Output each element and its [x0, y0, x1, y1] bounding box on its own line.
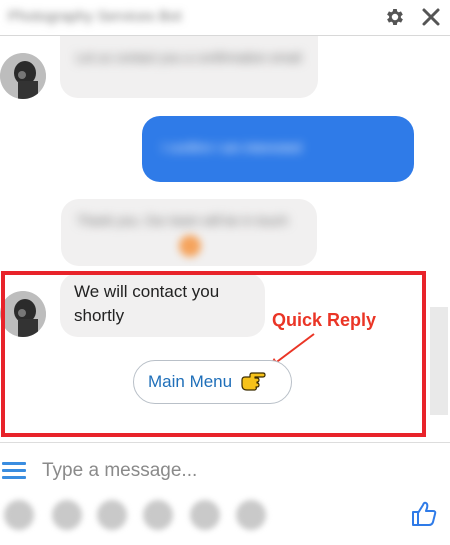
- gear-icon: [387, 9, 403, 25]
- settings-button[interactable]: [382, 4, 408, 30]
- image-icon[interactable]: [236, 500, 266, 530]
- scrollbar[interactable]: [430, 307, 448, 415]
- quick-reply-main-menu[interactable]: Main Menu: [133, 360, 292, 404]
- close-button[interactable]: [418, 4, 444, 30]
- header-title: Photography Services Bot: [8, 8, 182, 25]
- emoji-icon: [179, 235, 201, 257]
- thumbs-up-icon: [412, 501, 437, 526]
- gif-icon[interactable]: [52, 500, 82, 530]
- menu-icon[interactable]: [2, 460, 26, 480]
- bot-message-1: Let us contact you a confirmation email: [60, 36, 318, 98]
- composer-divider: [0, 442, 450, 443]
- close-icon: [422, 8, 440, 26]
- chat-header: Photography Services Bot: [0, 0, 450, 36]
- emoji-icon[interactable]: [143, 500, 173, 530]
- camera-icon[interactable]: [4, 500, 34, 530]
- pointing-hand-icon: [240, 371, 266, 393]
- annotation-label: Quick Reply: [272, 310, 377, 330]
- user-message: I confirm I am interested: [142, 116, 414, 182]
- bot-avatar: [0, 53, 46, 99]
- attachment-icon[interactable]: [190, 500, 220, 530]
- sticker-icon[interactable]: [97, 500, 127, 530]
- like-button[interactable]: [410, 500, 438, 533]
- bot-message-2: Thank you. Our team will be in touch: [61, 199, 317, 266]
- message-input[interactable]: [42, 456, 382, 486]
- quick-reply-label: Main Menu: [148, 372, 233, 391]
- quick-reply-highlight: [1, 271, 426, 437]
